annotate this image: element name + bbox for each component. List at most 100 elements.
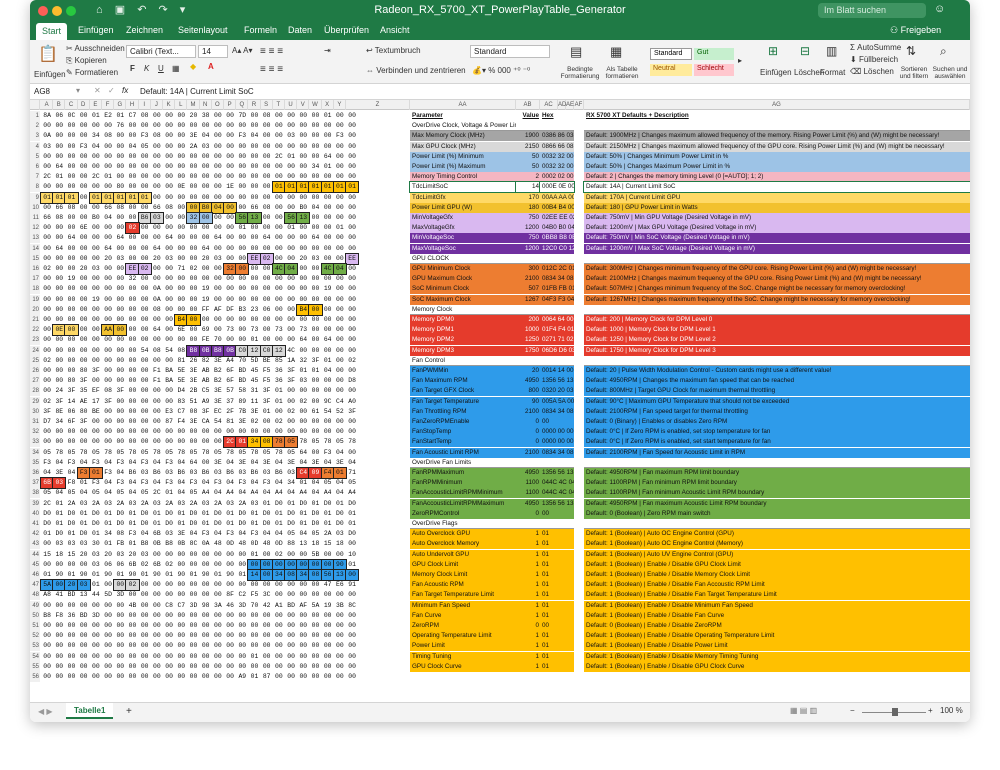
column-header-x[interactable]: X: [322, 100, 334, 110]
hex-cell[interactable]: 00: [65, 356, 77, 366]
parameter-cell[interactable]: Memory Timing Control: [410, 172, 516, 183]
hex-cell[interactable]: 00: [175, 305, 187, 315]
hex-cell[interactable]: 01: [322, 509, 334, 519]
hex-cell[interactable]: 00: [285, 427, 297, 437]
description-cell[interactable]: Default: 1900MHz | Changes maximum allow…: [584, 131, 970, 142]
parameter-cell[interactable]: FanZeroRPMEnable: [410, 417, 516, 427]
description-cell[interactable]: Default: 170A | Current Limit GPU: [584, 192, 970, 203]
hex-cell[interactable]: 3F: [285, 376, 297, 386]
hex-cell[interactable]: 04: [309, 488, 321, 498]
hex-cell[interactable]: 00: [261, 274, 273, 284]
hex-cell[interactable]: 01: [125, 191, 140, 204]
hex-cell[interactable]: 00: [114, 397, 126, 407]
hex-cell[interactable]: 00: [163, 356, 175, 366]
hex-cell[interactable]: 00: [346, 274, 358, 284]
hex-cell[interactable]: 00: [151, 427, 163, 437]
hex-cell[interactable]: F3: [41, 458, 53, 468]
hex-cell[interactable]: 01: [65, 529, 77, 539]
number-format-select[interactable]: Standard: [470, 45, 550, 58]
hex-cell[interactable]: 00: [187, 295, 199, 305]
hex-value-cell[interactable]: 01: [540, 590, 574, 601]
clear-button[interactable]: ⌫ Löschen: [850, 67, 894, 76]
sort-filter-icon[interactable]: ⇅: [906, 44, 916, 58]
hex-cell[interactable]: 00: [285, 386, 297, 396]
parameter-cell[interactable]: Memory DPM2: [410, 335, 516, 346]
hex-cell[interactable]: 01: [39, 191, 55, 204]
hex-cell[interactable]: 01: [90, 580, 102, 590]
hex-cell[interactable]: D0: [212, 509, 224, 519]
hex-cell[interactable]: 00: [346, 111, 358, 121]
hex-cell[interactable]: 00: [53, 131, 65, 141]
hex-cell[interactable]: 00: [248, 142, 260, 152]
hex-value-cell[interactable]: 02EE EE 02: [540, 213, 574, 223]
hex-cell[interactable]: 00: [114, 631, 126, 641]
hex-cell[interactable]: 90: [175, 570, 187, 580]
hex-cell[interactable]: 00: [126, 417, 138, 427]
hex-cell[interactable]: 00: [102, 356, 114, 366]
hex-cell[interactable]: 44: [90, 590, 102, 600]
hex-value-cell[interactable]: 04B0 B0 04: [540, 223, 574, 234]
hex-cell[interactable]: 20: [297, 254, 309, 264]
row-number[interactable]: 12: [30, 223, 40, 234]
hex-cell[interactable]: 00: [261, 417, 273, 427]
description-cell[interactable]: Default: 4950RPM | Fan maximum Acoustic …: [584, 498, 970, 509]
hex-cell[interactable]: 00: [175, 111, 187, 121]
hex-cell[interactable]: 00: [273, 662, 285, 672]
hex-cell[interactable]: 00: [41, 662, 53, 672]
hex-cell[interactable]: 04: [175, 488, 187, 498]
hex-cell[interactable]: 0A: [151, 284, 163, 294]
hex-cell[interactable]: 00: [175, 274, 187, 284]
tab-daten[interactable]: Daten: [288, 25, 312, 35]
hex-cell[interactable]: 34: [102, 529, 114, 539]
hex-cell[interactable]: 00: [139, 580, 151, 590]
fill-button[interactable]: ⬇ Füllbereich: [850, 55, 898, 64]
hex-cell[interactable]: 3E: [309, 458, 321, 468]
hex-cell[interactable]: 00: [163, 193, 175, 203]
hex-cell[interactable]: 56: [320, 569, 335, 581]
hex-cell[interactable]: 00: [126, 631, 138, 641]
hex-cell[interactable]: 54: [163, 346, 175, 356]
sort-filter-button[interactable]: Sortieren und filtern: [896, 66, 932, 80]
hex-cell[interactable]: 00: [151, 652, 163, 662]
hex-cell[interactable]: 00: [175, 131, 187, 141]
hex-cell[interactable]: 00: [65, 662, 77, 672]
hex-cell[interactable]: 02: [41, 356, 53, 366]
hex-cell[interactable]: 00: [163, 437, 175, 447]
hex-cell[interactable]: 00: [41, 325, 53, 335]
hex-cell[interactable]: 00: [261, 295, 273, 305]
row-number[interactable]: 44: [30, 549, 40, 560]
hex-cell[interactable]: B2: [212, 376, 224, 386]
hex-cell[interactable]: 3F: [200, 407, 212, 417]
hex-value-cell[interactable]: 044C 4C 04: [540, 478, 574, 489]
hex-cell[interactable]: 00: [346, 346, 358, 356]
hex-cell[interactable]: BD: [236, 366, 248, 376]
hex-cell[interactable]: 05: [285, 448, 297, 458]
hex-cell[interactable]: 00: [65, 366, 77, 376]
hex-cell[interactable]: 00: [90, 284, 102, 294]
hex-cell[interactable]: 00: [346, 366, 358, 376]
hex-cell[interactable]: 3F: [309, 356, 321, 366]
hex-cell[interactable]: C2: [236, 590, 248, 600]
hex-cell[interactable]: 00: [224, 631, 236, 641]
hex-cell[interactable]: 00: [273, 162, 285, 172]
hex-cell[interactable]: 83: [175, 397, 187, 407]
hex-cell[interactable]: AB: [200, 376, 212, 386]
hex-cell[interactable]: D0: [322, 499, 334, 509]
value-cell[interactable]: 0: [516, 508, 540, 519]
value-cell[interactable]: 1750: [516, 345, 540, 356]
hex-cell[interactable]: 00: [346, 662, 358, 672]
hex-cell[interactable]: 00: [102, 417, 114, 427]
hex-cell[interactable]: F3: [236, 478, 248, 488]
hex-cell[interactable]: 88: [285, 539, 297, 549]
hex-cell[interactable]: 00: [102, 162, 114, 172]
hex-cell[interactable]: D0: [53, 529, 65, 539]
row-number[interactable]: 45: [30, 559, 40, 570]
hex-cell[interactable]: 00: [309, 193, 321, 203]
hex-cell[interactable]: 00: [322, 417, 334, 427]
hex-cell[interactable]: 00: [114, 376, 126, 386]
description-cell[interactable]: RX 5700 XT Defaults + Description: [584, 111, 970, 121]
hex-cell[interactable]: EF: [90, 386, 102, 396]
hex-cell[interactable]: 2C: [90, 172, 102, 182]
hex-cell[interactable]: 00: [78, 233, 90, 243]
parameter-cell[interactable]: Max GPU Clock (MHz): [410, 141, 516, 152]
